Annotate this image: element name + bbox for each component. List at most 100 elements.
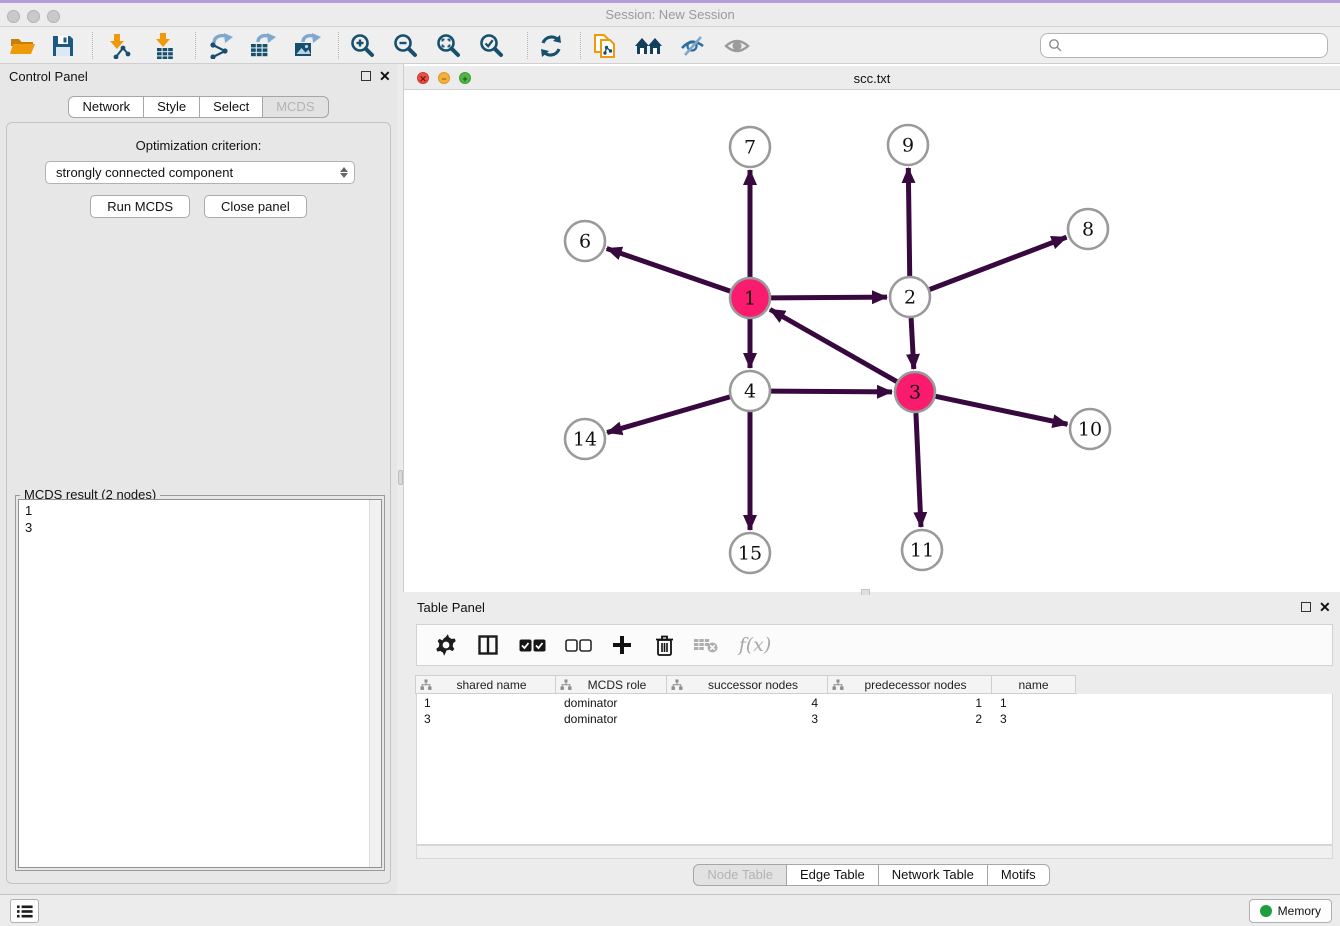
select-all-checkboxes-icon[interactable] [517,632,547,658]
search-input[interactable] [1063,38,1327,53]
tab-network[interactable]: Network [68,96,144,118]
edge-3-11[interactable] [916,413,921,527]
search-field[interactable] [1040,33,1328,58]
export-image-icon[interactable] [291,31,323,61]
edge-2-3[interactable] [911,318,914,369]
vertical-splitter-grip[interactable] [398,470,403,485]
network-graph[interactable]: 7968124314101511 [404,90,1339,592]
mcds-result-text[interactable]: 1 3 [18,499,382,868]
open-folder-icon[interactable] [6,31,38,61]
zoom-fit-icon[interactable] [433,31,465,61]
node-label-6: 6 [579,231,591,253]
export-network-icon[interactable] [204,31,236,61]
deselect-all-checkboxes-icon[interactable] [563,632,593,658]
toolbar-separator [338,32,339,59]
trash-icon[interactable] [651,632,677,658]
optimization-criterion-dropdown[interactable]: strongly connected component [45,161,355,184]
toolbar-separator [195,32,196,59]
node-label-14: 14 [573,429,597,451]
table-cell[interactable]: 3 [416,711,556,727]
table-cell[interactable]: 1 [992,695,1076,711]
zoom-selected-icon[interactable] [476,31,508,61]
run-mcds-button[interactable]: Run MCDS [90,195,190,218]
show-panels-eye-icon[interactable] [721,31,753,61]
column-hierarchy-icon [560,679,572,691]
tab-node-table[interactable]: Node Table [693,864,787,886]
node-label-2: 2 [904,287,916,309]
table-cell[interactable]: 3 [667,711,828,727]
application-window: Session: New Session [0,0,1340,926]
list-icon [17,905,33,918]
optimization-criterion-label: Optimization criterion: [7,138,390,153]
memory-status-icon [1260,905,1272,917]
column-hierarchy-icon [671,679,683,691]
column-header-successor-nodes[interactable]: successor nodes [666,675,828,694]
import-table-icon[interactable] [149,31,181,61]
column-header-mcds-role[interactable]: MCDS role [555,675,667,694]
edge-1-2[interactable] [771,297,887,298]
table-panel: Table Panel ✕ [403,595,1340,894]
float-table-panel-icon[interactable] [1301,602,1311,612]
table-cell[interactable]: 4 [667,695,828,711]
tab-edge-table[interactable]: Edge Table [786,864,879,886]
zoom-in-icon[interactable] [347,31,379,61]
columns-icon[interactable] [475,632,501,658]
table-cell[interactable]: 2 [828,711,992,727]
table-toolbar: f(x) [416,624,1333,666]
close-panel-icon[interactable]: ✕ [379,68,391,84]
column-header-predecessor-nodes[interactable]: predecessor nodes [827,675,992,694]
function-builder-icon: f(x) [735,632,775,658]
dropdown-value: strongly connected component [56,165,340,180]
edge-1-6[interactable] [607,249,730,292]
search-icon [1048,38,1063,53]
edge-4-3[interactable] [771,391,892,392]
table-rows: 1dominator4113dominator323 [416,695,1076,727]
zoom-out-icon[interactable] [390,31,422,61]
tab-select[interactable]: Select [199,96,263,118]
memory-label: Memory [1278,904,1321,918]
float-panel-icon[interactable] [361,71,371,81]
edge-3-1[interactable] [770,309,897,381]
table-panel-title: Table Panel [417,600,485,615]
apply-layout-icon[interactable] [535,31,567,61]
tab-style[interactable]: Style [143,96,200,118]
close-panel-button[interactable]: Close panel [204,195,307,218]
clone-network-icon[interactable] [589,31,621,61]
memory-button[interactable]: Memory [1249,899,1332,923]
edge-3-10[interactable] [936,396,1068,424]
table-cell[interactable]: dominator [556,695,667,711]
status-bar: Memory [0,894,1340,926]
add-row-icon[interactable] [609,632,635,658]
column-hierarchy-icon [832,679,844,691]
edge-2-8[interactable] [930,237,1067,289]
table-cell[interactable]: dominator [556,711,667,727]
task-history-button[interactable] [10,899,39,923]
network-canvas[interactable]: 7968124314101511 [404,90,1339,592]
session-home-icon[interactable] [633,31,665,61]
app-title: Session: New Session [0,7,1340,22]
table-horizontal-scrollbar[interactable] [416,845,1333,859]
column-header-shared-name[interactable]: shared name [415,675,556,694]
export-table-icon[interactable] [247,31,279,61]
table-row[interactable]: 1dominator411 [416,695,1076,711]
hide-panels-eye-icon[interactable] [677,31,709,61]
close-table-panel-icon[interactable]: ✕ [1319,599,1331,615]
edge-2-9[interactable] [908,168,909,276]
tab-mcds[interactable]: MCDS [262,96,328,118]
titlebar: Session: New Session [0,3,1340,27]
result-scrollbar[interactable] [369,500,381,867]
toolbar-separator [527,32,528,59]
edge-4-14[interactable] [607,397,730,433]
tab-motifs[interactable]: Motifs [987,864,1050,886]
control-panel-tabs: Network Style Select MCDS [0,96,397,118]
gear-icon[interactable] [433,632,459,658]
save-icon[interactable] [47,31,79,61]
tab-network-table[interactable]: Network Table [878,864,988,886]
table-cell[interactable]: 3 [992,711,1076,727]
import-network-icon[interactable] [103,31,135,61]
table-cell[interactable]: 1 [828,695,992,711]
table-row[interactable]: 3dominator323 [416,711,1076,727]
node-label-15: 15 [738,543,762,565]
column-header-name[interactable]: name [991,675,1076,694]
table-cell[interactable]: 1 [416,695,556,711]
